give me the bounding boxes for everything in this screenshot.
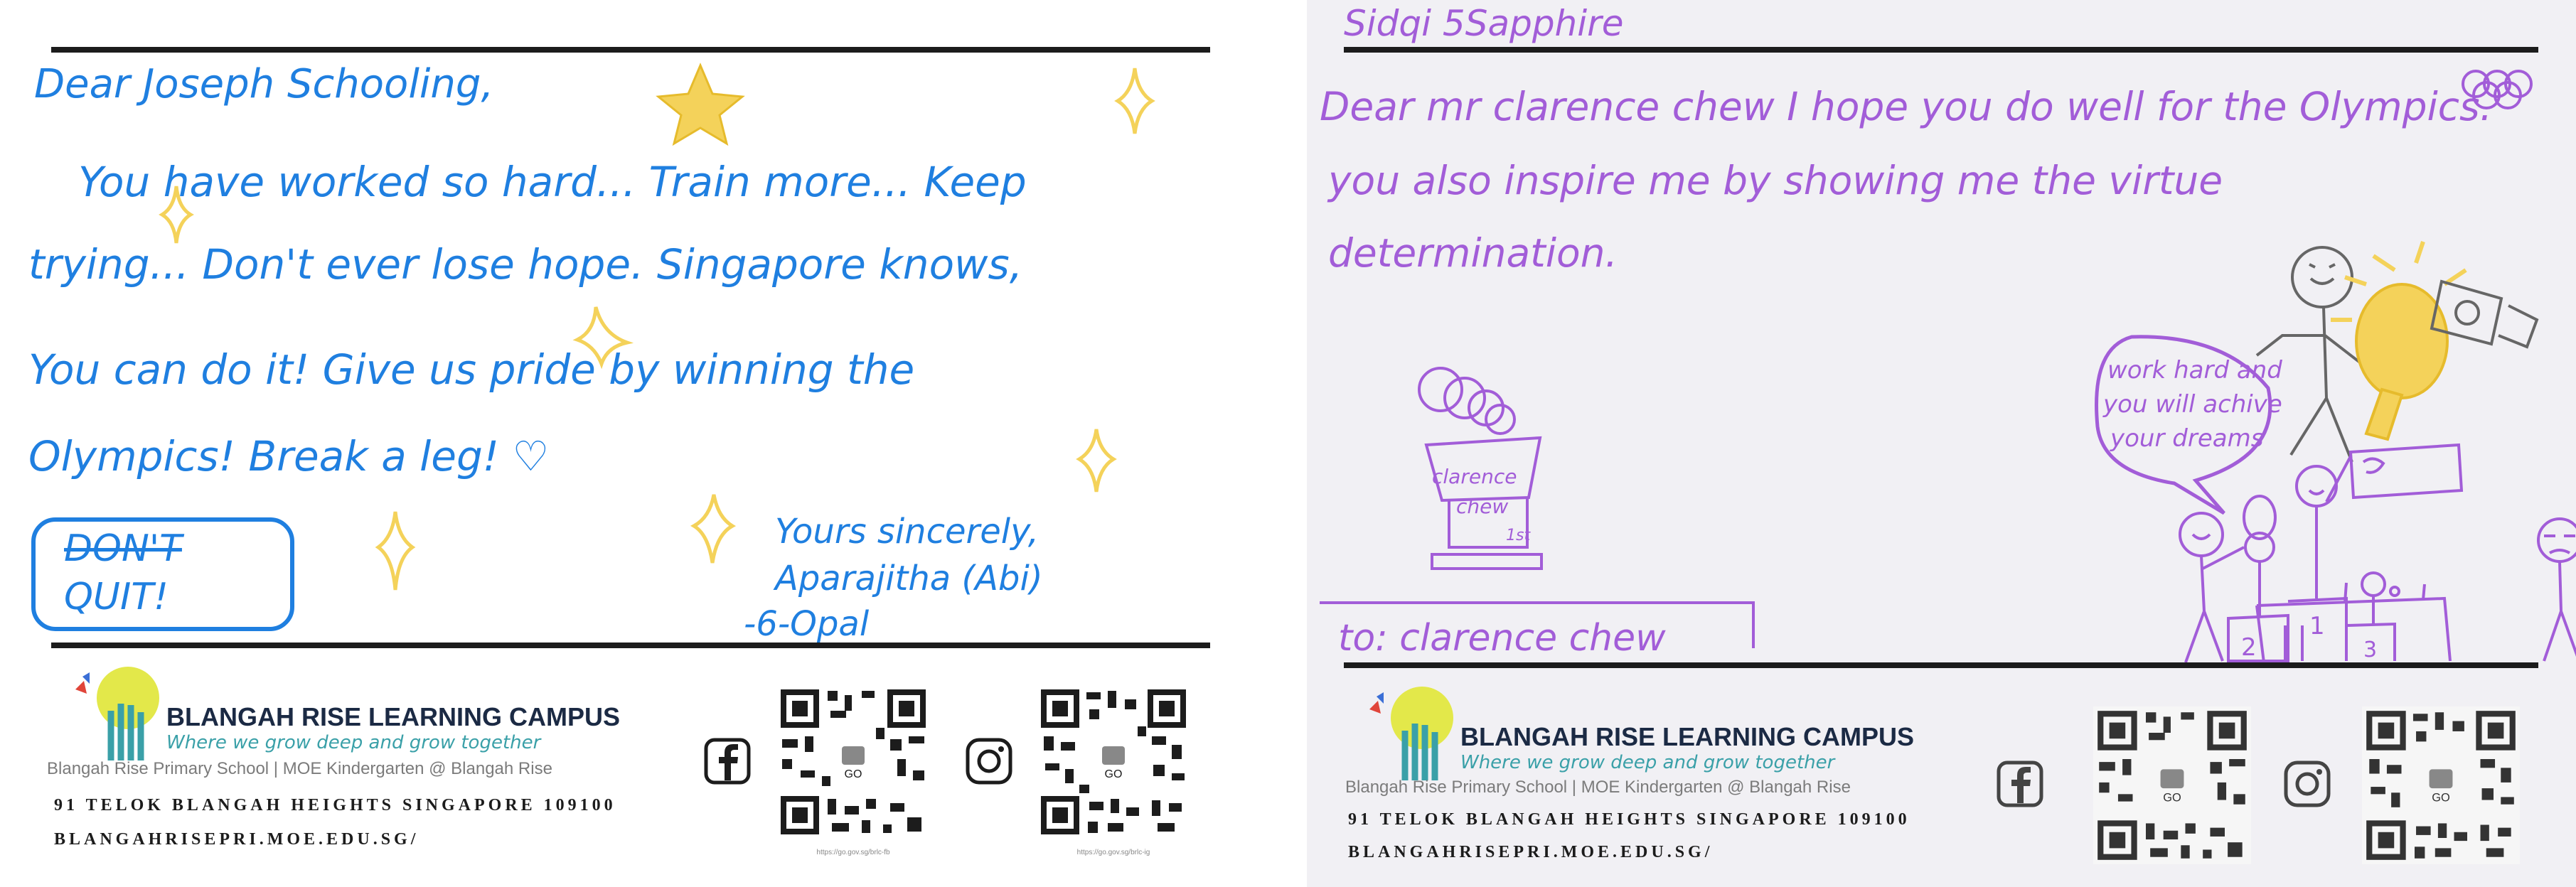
bubble-line: your dreams <box>2110 424 2263 453</box>
star-doodle <box>656 63 745 146</box>
qr-center-label: GO <box>2432 792 2450 805</box>
school-list: Blangah Rise Primary School | MOE Kinder… <box>47 759 552 778</box>
campus-logo <box>1369 687 1453 780</box>
sparkle-doodle <box>375 511 416 591</box>
campus-footer: BLANGAH RISE LEARNING CAMPUS Where we gr… <box>1307 668 2576 887</box>
campus-address: 91 TELOK BLANGAH HEIGHTS SINGAPORE 10910… <box>54 796 616 815</box>
qr-code-icon[interactable]: GO <box>2362 706 2520 864</box>
sparkle-doodle <box>690 494 737 564</box>
sparkle-doodle <box>159 186 194 244</box>
trophy-label: chew <box>1456 495 1508 518</box>
campus-name: BLANGAH RISE LEARNING CAMPUS <box>1460 722 1915 751</box>
qr-code-icon[interactable]: GO <box>2093 706 2251 864</box>
sparkle-doodle <box>1114 68 1155 134</box>
bottom-rule <box>1344 662 2538 668</box>
podium-number: 1 <box>2309 612 2325 640</box>
instagram-icon[interactable] <box>966 738 1012 785</box>
instagram-icon[interactable] <box>2284 760 2331 807</box>
podium-number: 3 <box>2363 638 2377 662</box>
trophy-label: clarence <box>1432 465 1517 488</box>
facebook-icon[interactable] <box>704 738 751 785</box>
qr-caption: https://go.gov.sg/brlc-fb <box>816 849 890 856</box>
campus-website[interactable]: BLANGAHRISEPRI.MOE.EDU.SG/ <box>1348 843 1713 862</box>
campus-name: BLANGAH RISE LEARNING CAMPUS <box>166 702 621 731</box>
facebook-icon[interactable] <box>1997 760 2043 807</box>
sparkle-doodle <box>1076 429 1117 493</box>
bubble-line: work hard and <box>2107 356 2282 385</box>
to-line: to: clarence chew <box>1338 617 1666 660</box>
qr-center-label: GO <box>2163 792 2181 805</box>
qr-code-icon[interactable]: GO <box>776 685 930 839</box>
campus-footer: BLANGAH RISE LEARNING CAMPUS Where we gr… <box>0 648 1273 887</box>
campus-tagline: Where we grow deep and grow together <box>166 732 541 753</box>
bottom-rule <box>51 643 1210 648</box>
school-list: Blangah Rise Primary School | MOE Kinder… <box>1345 778 1851 797</box>
podium-number: 2 <box>2241 633 2257 662</box>
postcard-clarence-chew: Sidqi 5Sapphire Dear mr clarence chew I … <box>1307 0 2576 887</box>
campus-address: 91 TELOK BLANGAH HEIGHTS SINGAPORE 10910… <box>1348 810 1910 829</box>
qr-caption: https://go.gov.sg/brlc-ig <box>1076 849 1150 856</box>
podium-doodle <box>2227 443 2464 662</box>
losing-player-doodle <box>2537 517 2576 662</box>
bubble-line: you will achive <box>2102 390 2282 419</box>
campus-tagline: Where we grow deep and grow together <box>1460 752 1835 773</box>
campus-website[interactable]: BLANGAHRISEPRI.MOE.EDU.SG/ <box>54 830 419 849</box>
qr-center-label: GO <box>1105 768 1123 780</box>
qr-code-icon[interactable]: GO <box>1037 685 1190 839</box>
table-doodle <box>2255 582 2452 663</box>
campus-logo <box>75 667 159 760</box>
qr-center-label: GO <box>845 768 862 780</box>
trophy-label: 1st <box>1506 527 1531 544</box>
sparkle-doodle <box>572 306 634 370</box>
postcard-joseph-schooling: Dear Joseph Schooling, You have worked s… <box>0 0 1273 887</box>
olympic-rings-doodle <box>2462 70 2533 109</box>
